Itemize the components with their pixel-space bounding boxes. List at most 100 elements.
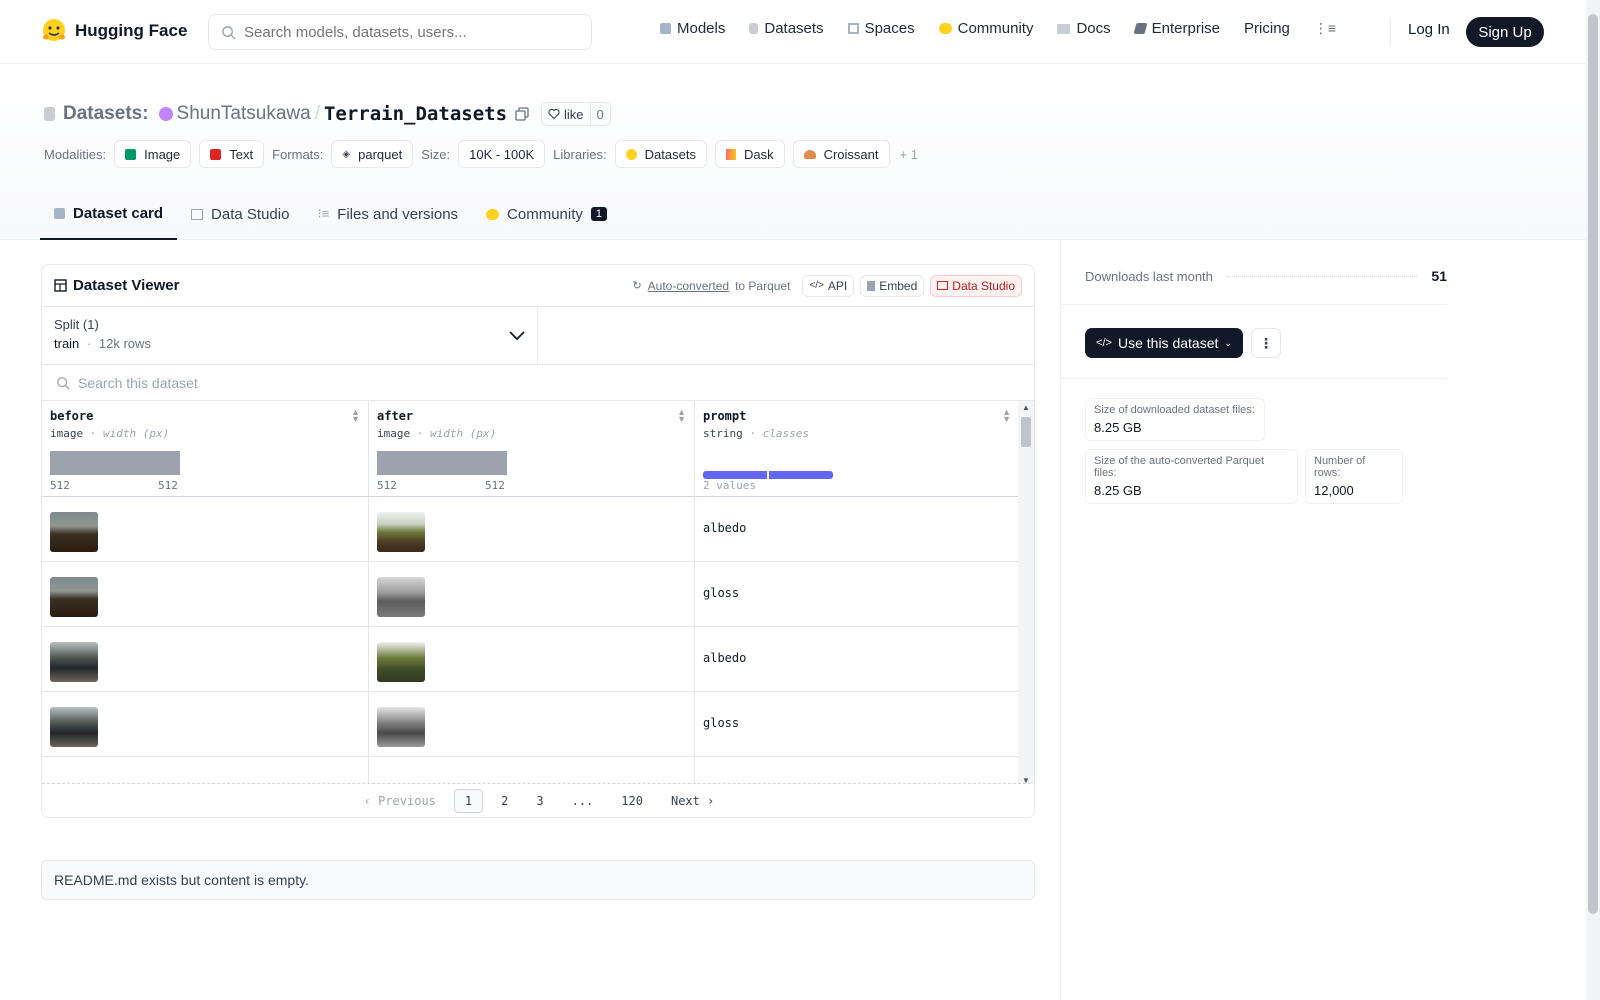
tag-size[interactable]: 10K - 100K [458, 140, 546, 168]
sort-icon[interactable]: ▲ ▼ [1002, 408, 1011, 424]
global-search-input[interactable] [244, 23, 564, 41]
scroll-thumb[interactable] [1021, 417, 1031, 447]
sort-icon[interactable]: ▲ ▼ [351, 408, 360, 424]
class-bar-albedo[interactable] [703, 471, 767, 479]
terrain-thumbnail[interactable] [377, 642, 425, 682]
tag-croissant[interactable]: Croissant [792, 140, 890, 168]
table-row[interactable]: gloss [42, 562, 1020, 627]
tab-files[interactable]: ⁝≡ Files and versions [303, 188, 472, 240]
stat-key: Size of downloaded dataset files: [1094, 404, 1255, 416]
cell-prompt[interactable]: gloss [695, 692, 1020, 757]
chevron-left-icon: ‹ [363, 793, 379, 808]
column-header-prompt[interactable]: prompt string · classes 2 values ▲ ▼ [695, 401, 1020, 497]
cell-after[interactable] [369, 692, 695, 757]
repo-owner-link[interactable]: ShunTatsukawa [177, 103, 311, 125]
tab-data-studio[interactable]: Data Studio [177, 188, 303, 240]
split-selector[interactable]: Split (1) train · 12k rows [42, 307, 538, 364]
cell-prompt[interactable]: gloss [695, 562, 1020, 627]
table-row[interactable]: albedo [42, 627, 1020, 692]
table-row[interactable]: gloss [42, 692, 1020, 757]
nav-more-menu[interactable]: ⋮≡ [1314, 20, 1336, 37]
cell-before[interactable] [42, 562, 369, 627]
tab-community[interactable]: Community 1 [472, 188, 621, 240]
data-studio-button[interactable]: Data Studio [930, 274, 1022, 297]
nav-community[interactable]: Community [938, 20, 1033, 37]
tag-dask[interactable]: Dask [714, 140, 785, 168]
sort-icon[interactable]: ▲ ▼ [677, 408, 686, 424]
repo-type-label[interactable]: Datasets: [63, 103, 149, 125]
tab-dataset-card[interactable]: Dataset card [40, 188, 178, 240]
tag-parquet[interactable]: ◈ parquet [331, 140, 414, 168]
dataset-search[interactable]: Search this dataset [42, 365, 1034, 401]
cell-after[interactable] [369, 562, 695, 627]
nav-enterprise[interactable]: Enterprise [1133, 20, 1220, 37]
docs-icon [1057, 23, 1071, 34]
next-page-button[interactable]: Next › [661, 790, 724, 812]
page-button[interactable]: 1 [453, 788, 484, 813]
size-label: Size: [421, 146, 451, 162]
more-options-button[interactable]: ⋮ [1251, 328, 1281, 358]
cell-before[interactable] [42, 497, 369, 562]
libraries-label: Libraries: [553, 146, 607, 162]
tag-image[interactable]: Image [114, 140, 192, 168]
terrain-thumbnail[interactable] [50, 642, 98, 682]
menu-icon: ⋮≡ [1313, 20, 1337, 36]
cell-prompt[interactable]: albedo [695, 497, 1020, 562]
cell-prompt[interactable]: albedo [695, 627, 1020, 692]
page-scrollbar[interactable] [1586, 0, 1600, 1000]
cell-after[interactable] [369, 627, 695, 692]
global-search[interactable] [208, 14, 592, 50]
split-label: Split (1) [54, 317, 99, 332]
scroll-up-icon[interactable]: ▲ [1022, 403, 1030, 412]
community-icon [938, 23, 952, 34]
nav-datasets[interactable]: Datasets [749, 20, 824, 37]
terrain-thumbnail[interactable] [377, 577, 425, 617]
previous-page-button[interactable]: ‹ Previous [354, 790, 446, 812]
tab-files-label: Files and versions [337, 205, 459, 223]
brand-logo[interactable]: Hugging Face [41, 18, 187, 44]
page-button[interactable]: 120 [611, 790, 653, 812]
table-row[interactable]: albedo [42, 497, 1020, 562]
nav-pricing[interactable]: Pricing [1244, 20, 1290, 37]
nav-models-label: Models [677, 20, 726, 37]
column-header-before[interactable]: before image · width (px) 512 512 ▲ ▼ [42, 401, 369, 497]
page-button[interactable]: 2 [491, 790, 518, 812]
repo-name-link[interactable]: Terrain_Datasets [324, 103, 507, 125]
more-tags-link[interactable]: + 1 [900, 147, 918, 162]
cell-before[interactable] [42, 627, 369, 692]
signup-button[interactable]: Sign Up [1466, 17, 1544, 47]
like-count: 0 [596, 106, 604, 122]
terrain-thumbnail[interactable] [50, 707, 98, 747]
like-button[interactable]: like 0 [541, 102, 611, 126]
terrain-thumbnail[interactable] [50, 512, 98, 552]
tag-datasets-label: Datasets [644, 146, 696, 162]
nav-spaces[interactable]: Spaces [847, 20, 915, 37]
grid-scrollbar[interactable]: ▲ ▼ [1018, 401, 1034, 787]
embed-button[interactable]: Embed [860, 274, 925, 297]
nav-docs[interactable]: Docs [1057, 20, 1111, 37]
page-button[interactable]: 3 [526, 790, 553, 812]
column-type: image · width (px) [377, 427, 686, 440]
page-scroll-thumb[interactable] [1588, 14, 1598, 914]
chevron-down-icon: ⌄ [1224, 337, 1232, 348]
cell-before[interactable] [42, 692, 369, 757]
spaces-icon [847, 23, 859, 34]
class-bar-gloss[interactable] [769, 471, 833, 479]
tab-data-studio-label: Data Studio [211, 205, 290, 223]
login-link[interactable]: Log In [1408, 21, 1450, 38]
terrain-thumbnail[interactable] [377, 512, 425, 552]
copy-icon[interactable] [515, 107, 529, 121]
stat-key: Size of the auto-converted Parquet files… [1094, 455, 1264, 479]
use-this-dataset-button[interactable]: </> Use this dataset ⌄ [1085, 328, 1243, 358]
terrain-thumbnail[interactable] [50, 577, 98, 617]
tag-size-label: 10K - 100K [469, 146, 535, 162]
auto-converted-link[interactable]: Auto-converted [648, 279, 729, 293]
tag-text[interactable]: Text [199, 140, 265, 168]
nav-models[interactable]: Models [660, 20, 725, 37]
tag-datasets[interactable]: Datasets [614, 140, 707, 168]
formats-label: Formats: [272, 146, 324, 162]
api-button[interactable]: </> API [802, 274, 855, 297]
terrain-thumbnail[interactable] [377, 707, 425, 747]
column-header-after[interactable]: after image · width (px) 512 512 ▲ ▼ [369, 401, 695, 497]
cell-after[interactable] [369, 497, 695, 562]
